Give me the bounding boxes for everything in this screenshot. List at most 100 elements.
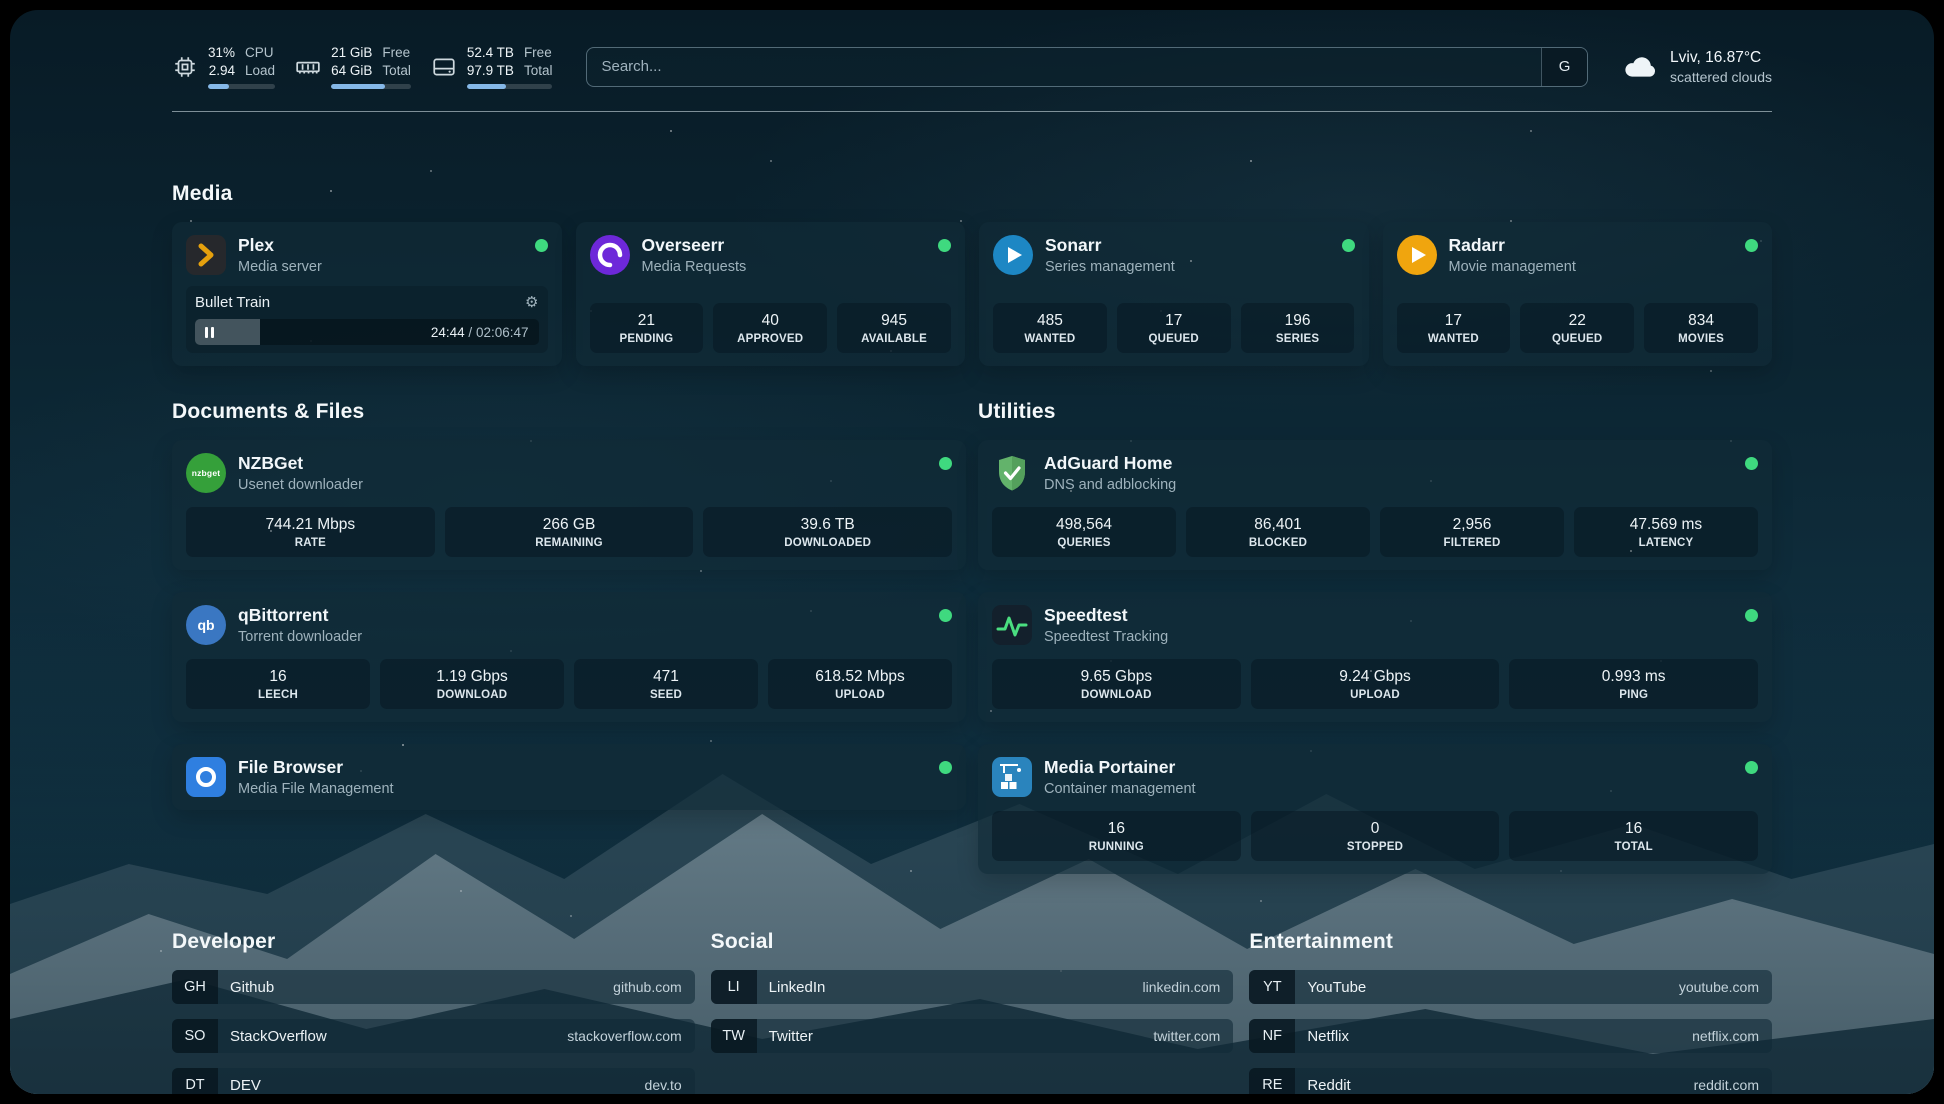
bookmark-name: Netflix xyxy=(1307,1028,1349,1045)
stat-label: FILTERED xyxy=(1386,537,1558,549)
stat-value: 21 xyxy=(596,312,698,330)
stat-value: 16 xyxy=(192,668,364,686)
stat-box: 86,401 BLOCKED xyxy=(1186,507,1370,557)
bookmark-stackoverflow[interactable]: SO StackOverflow stackoverflow.com xyxy=(172,1019,695,1053)
disk-icon xyxy=(431,54,457,80)
screen: 31% 2.94 CPU Load xyxy=(0,0,1944,1104)
service-card-plex[interactable]: Plex Media server Bullet Train ⚙ xyxy=(172,222,562,366)
service-subtitle: Movie management xyxy=(1449,259,1576,275)
service-card-nzbget[interactable]: nzbget NZBGet Usenet downloader 744.21 M… xyxy=(172,440,966,570)
speedtest-icon xyxy=(992,605,1032,645)
stat-box: 0STOPPED xyxy=(1251,811,1500,861)
bookmark-youtube[interactable]: YT YouTube youtube.com xyxy=(1249,970,1772,1004)
service-card-filebrowser[interactable]: File Browser Media File Management xyxy=(172,744,966,810)
service-name: Overseerr xyxy=(642,235,747,256)
stat-label: WANTED xyxy=(999,333,1101,345)
service-name: Plex xyxy=(238,235,322,256)
service-card-adguard[interactable]: AdGuard Home DNS and adblocking 498,564Q… xyxy=(978,440,1772,570)
social-section: Social LI LinkedIn linkedin.com TW Twitt… xyxy=(711,930,1234,1094)
memory-usage-bar xyxy=(331,84,411,89)
bookmark-linkedin[interactable]: LI LinkedIn linkedin.com xyxy=(711,970,1234,1004)
bookmark-name: YouTube xyxy=(1307,979,1366,996)
stat-label: UPLOAD xyxy=(1257,689,1494,701)
stat-box: 266 GBREMAINING xyxy=(445,507,694,557)
bookmark-url: twitter.com xyxy=(1153,1028,1220,1044)
status-dot xyxy=(1745,761,1758,774)
service-subtitle: Media File Management xyxy=(238,781,394,797)
status-dot xyxy=(939,457,952,470)
service-name: File Browser xyxy=(238,757,394,778)
utilities-section: Utilities AdGuard Home DNS and adblockin… xyxy=(978,400,1772,874)
ram-icon xyxy=(295,54,321,80)
memory-total-value: 64 GiB xyxy=(331,62,372,80)
stat-box: 196SERIES xyxy=(1241,303,1355,353)
stat-value: 17 xyxy=(1403,312,1505,330)
stat-box: 498,564QUERIES xyxy=(992,507,1176,557)
service-name: AdGuard Home xyxy=(1044,453,1176,474)
stat-box: 47.569 msLATENCY xyxy=(1574,507,1758,557)
disk-free-value: 52.4 TB xyxy=(467,44,514,62)
stat-label: TOTAL xyxy=(1515,841,1752,853)
bookmark-dev[interactable]: DT DEV dev.to xyxy=(172,1068,695,1094)
service-card-speedtest[interactable]: Speedtest Speedtest Tracking 9.65 GbpsDO… xyxy=(978,592,1772,722)
service-name: qBittorrent xyxy=(238,605,362,626)
search-provider-button[interactable]: G xyxy=(1541,48,1587,86)
stat-label: UPLOAD xyxy=(774,689,946,701)
weather-widget: Lviv, 16.87°C scattered clouds xyxy=(1622,48,1772,86)
stat-value: 86,401 xyxy=(1192,516,1364,534)
dashboard: 31% 2.94 CPU Load xyxy=(10,10,1934,1094)
cpu-load-label: Load xyxy=(245,62,275,80)
portainer-icon xyxy=(992,757,1032,797)
cpu-usage-bar xyxy=(208,84,275,89)
cpu-widget: 31% 2.94 CPU Load xyxy=(172,44,275,89)
service-card-sonarr[interactable]: Sonarr Series management 485WANTED 17QUE… xyxy=(979,222,1369,366)
radarr-icon xyxy=(1397,235,1437,275)
stat-box: 39.6 TBDOWNLOADED xyxy=(703,507,952,557)
stat-value: 47.569 ms xyxy=(1580,516,1752,534)
memory-free-value: 21 GiB xyxy=(331,44,372,62)
stat-label: REMAINING xyxy=(451,537,688,549)
stat-box: 945AVAILABLE xyxy=(837,303,951,353)
bookmark-url: linkedin.com xyxy=(1143,979,1221,995)
documents-section: Documents & Files nzbget NZBGet Usenet d… xyxy=(172,400,966,810)
service-subtitle: Container management xyxy=(1044,781,1196,797)
stat-value: 834 xyxy=(1650,312,1752,330)
bookmark-url: netflix.com xyxy=(1692,1028,1759,1044)
service-card-overseerr[interactable]: Overseerr Media Requests 21PENDING 40APP… xyxy=(576,222,966,366)
stat-label: APPROVED xyxy=(719,333,821,345)
service-card-qbittorrent[interactable]: qb qBittorrent Torrent downloader 16LEEC… xyxy=(172,592,966,722)
stat-box: 17WANTED xyxy=(1397,303,1511,353)
stat-value: 9.65 Gbps xyxy=(998,668,1235,686)
stat-label: BLOCKED xyxy=(1192,537,1364,549)
search-input[interactable] xyxy=(587,48,1541,86)
entertainment-section: Entertainment YT YouTube youtube.com NF … xyxy=(1249,930,1772,1094)
stat-value: 485 xyxy=(999,312,1101,330)
plex-now-playing: Bullet Train ⚙ 24:44 / 02:06:47 xyxy=(186,286,548,353)
media-section-title: Media xyxy=(172,182,1772,206)
memory-widget: 21 GiB 64 GiB Free Total xyxy=(295,44,411,89)
bookmark-name: Github xyxy=(230,979,274,996)
service-card-portainer[interactable]: Media Portainer Container management 16R… xyxy=(978,744,1772,874)
social-section-title: Social xyxy=(711,930,1234,954)
developer-section-title: Developer xyxy=(172,930,695,954)
gear-icon[interactable]: ⚙ xyxy=(525,293,538,311)
stat-label: QUERIES xyxy=(998,537,1170,549)
service-card-radarr[interactable]: Radarr Movie management 17WANTED 22QUEUE… xyxy=(1383,222,1773,366)
overseerr-icon xyxy=(590,235,630,275)
stat-value: 471 xyxy=(580,668,752,686)
stat-value: 618.52 Mbps xyxy=(774,668,946,686)
stat-label: RUNNING xyxy=(998,841,1235,853)
twitter-icon: TW xyxy=(711,1019,757,1053)
stat-label: QUEUED xyxy=(1123,333,1225,345)
bookmark-twitter[interactable]: TW Twitter twitter.com xyxy=(711,1019,1234,1053)
stat-label: PING xyxy=(1515,689,1752,701)
bookmark-url: youtube.com xyxy=(1679,979,1759,995)
bookmark-netflix[interactable]: NF Netflix netflix.com xyxy=(1249,1019,1772,1053)
bookmark-reddit[interactable]: RE Reddit reddit.com xyxy=(1249,1068,1772,1094)
stat-box: 9.24 GbpsUPLOAD xyxy=(1251,659,1500,709)
stat-box: 9.65 GbpsDOWNLOAD xyxy=(992,659,1241,709)
service-name: Media Portainer xyxy=(1044,757,1196,778)
plex-icon xyxy=(186,235,226,275)
resource-widgets: 31% 2.94 CPU Load xyxy=(172,44,552,89)
bookmark-github[interactable]: GH Github github.com xyxy=(172,970,695,1004)
